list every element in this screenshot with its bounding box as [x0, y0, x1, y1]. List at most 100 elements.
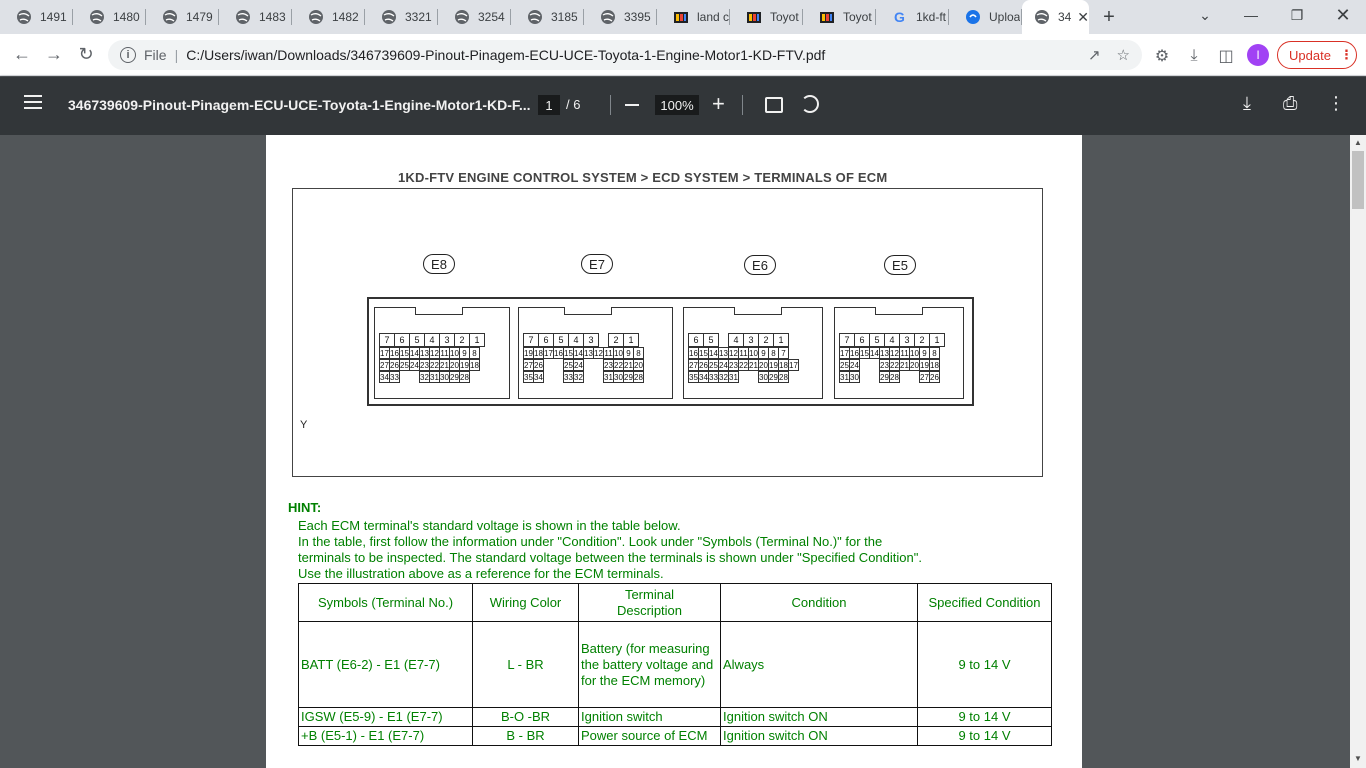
tab-title: 3321	[405, 10, 432, 24]
cell-description: Power source of ECM	[578, 726, 721, 746]
browser-tab[interactable]: 3185	[511, 0, 584, 34]
table-row: IGSW (E5-9) - E1 (E7-7) B-O -BR Ignition…	[298, 707, 1052, 727]
table-row: +B (E5-1) - E1 (E7-7) B - BR Power sourc…	[298, 726, 1052, 746]
browser-tab[interactable]: 3254	[438, 0, 511, 34]
profile-avatar[interactable]: I	[1247, 44, 1269, 66]
browser-tab[interactable]: Toyot	[803, 0, 876, 34]
address-bar[interactable]: i File | C:/Users/iwan/Downloads/3467396…	[108, 40, 1142, 70]
update-button[interactable]: Update ⋮	[1277, 41, 1357, 69]
pin-row: 7654321	[839, 333, 945, 347]
rotate-icon[interactable]	[801, 95, 819, 113]
minimize-button[interactable]: —	[1228, 0, 1274, 30]
pin-terminal: 3	[899, 333, 915, 347]
browser-tab[interactable]: 3321	[365, 0, 438, 34]
pdf-scrollbar[interactable]: ▲ ▼	[1350, 135, 1366, 768]
connector-label-e7: E7	[581, 254, 613, 274]
tab-title: 1482	[332, 10, 359, 24]
cell-symbol: IGSW (E5-9) - E1 (E7-7)	[298, 707, 473, 727]
figure-code: Y	[300, 419, 308, 431]
page-number-input[interactable]: 1	[538, 95, 560, 115]
pdf-menu-icon[interactable]	[24, 95, 42, 109]
scroll-down-icon[interactable]: ▼	[1354, 754, 1362, 763]
globe-icon	[16, 9, 32, 25]
pin-terminal: 6	[854, 333, 870, 347]
cell-specified: 9 to 14 V	[917, 726, 1052, 746]
pin-terminal: 17	[788, 359, 799, 371]
pdf-viewer[interactable]: 1KD-FTV ENGINE CONTROL SYSTEM > ECD SYST…	[0, 135, 1350, 768]
scrollbar-thumb[interactable]	[1352, 151, 1364, 209]
browser-tab[interactable]: G 1kd-ft	[876, 0, 949, 34]
pdf-more-icon[interactable]: ⋮	[1327, 93, 1345, 114]
cell-condition: Always	[720, 621, 918, 708]
pin-terminal: 2	[608, 333, 624, 347]
pin-terminal: 1	[469, 333, 485, 347]
pin-terminal: 6	[394, 333, 410, 347]
scroll-up-icon[interactable]: ▲	[1354, 138, 1362, 147]
pin-terminal: 28	[459, 371, 470, 383]
url-separator: |	[174, 47, 179, 63]
site-icon	[746, 9, 762, 25]
tab-search-chevron-icon[interactable]: ⌄	[1182, 0, 1228, 30]
upload-site-icon	[965, 9, 981, 25]
pin-terminal: 1	[773, 333, 789, 347]
pin-terminal: 7	[839, 333, 855, 347]
zoom-out-icon[interactable]	[625, 104, 639, 106]
cell-wiring-color: B - BR	[472, 726, 579, 746]
pin-row: 654321	[688, 333, 798, 347]
browser-tab[interactable]: 1483	[219, 0, 292, 34]
pin-terminal: 8	[633, 347, 644, 359]
terminal-voltage-table: Symbols (Terminal No.) Wiring Color Term…	[298, 583, 1052, 746]
forward-button[interactable]: →	[38, 39, 70, 71]
pin-terminal: 5	[703, 333, 719, 347]
browser-tab[interactable]: 3395	[584, 0, 657, 34]
connector-latch	[415, 307, 463, 315]
svg-text:G: G	[894, 9, 905, 25]
browser-tab[interactable]: 1480	[73, 0, 146, 34]
pin-grid: 7 6 5 4 3 2 1 19 18 17 16 15 14 13 12 11 10 9 8 27 26 25 24 23 2…	[523, 333, 644, 383]
tab-close-icon[interactable]: ✕	[1077, 9, 1089, 26]
fit-to-page-icon[interactable]	[765, 97, 783, 113]
extensions-puzzle-icon[interactable]: ⚙	[1152, 46, 1172, 66]
reload-button[interactable]: ↻	[70, 39, 102, 71]
table-row: BATT (E6-2) - E1 (E7-7) L - BR Battery (…	[298, 621, 1052, 708]
col-condition: Condition	[720, 583, 918, 622]
pin-terminal: 2	[914, 333, 930, 347]
browser-tab[interactable]: Uploa	[949, 0, 1022, 34]
side-panel-icon[interactable]: ◫	[1216, 46, 1236, 66]
zoom-in-icon[interactable]: +	[712, 93, 725, 115]
tab-title: Toyot	[843, 10, 872, 24]
print-icon[interactable]: ⎙	[1283, 93, 1297, 114]
col-terminal-description: Terminal Description	[578, 583, 721, 622]
url-text[interactable]: C:/Users/iwan/Downloads/346739609-Pinout…	[186, 47, 825, 63]
cell-description: Battery (for measuring the battery volta…	[578, 621, 721, 708]
pdf-download-icon[interactable]: ⤓	[1243, 93, 1251, 114]
browser-tab[interactable]: 34 ✕	[1022, 0, 1089, 34]
back-button[interactable]: ←	[6, 39, 38, 71]
browser-tab[interactable]: 1482	[292, 0, 365, 34]
pin-terminal: 20	[633, 359, 644, 371]
globe-icon	[1034, 9, 1050, 25]
zoom-level-input[interactable]: 100%	[655, 95, 699, 115]
hint-title: HINT:	[288, 500, 322, 515]
downloads-icon[interactable]: ⤓	[1184, 46, 1204, 66]
toolbar-divider	[610, 95, 611, 115]
restore-button[interactable]: ❐	[1274, 0, 1320, 30]
share-icon[interactable]: ↗	[1088, 46, 1101, 64]
close-window-button[interactable]: ✕	[1320, 0, 1366, 30]
connector-label-e5: E5	[884, 255, 916, 275]
new-tab-button[interactable]: +	[1089, 0, 1129, 34]
pin-terminal: 18	[469, 359, 480, 371]
pin-terminal: 28	[633, 371, 644, 383]
browser-tab[interactable]: Toyot	[730, 0, 803, 34]
hint-line: In the table, first follow the informati…	[298, 534, 883, 549]
browser-tab[interactable]: 1479	[146, 0, 219, 34]
connector-e7: 7 6 5 4 3 2 1 19 18 17 16 15 14 13 12 11 10 9 8 27 26 25 24 23 2…	[518, 307, 673, 399]
browser-tab[interactable]: 1491	[0, 0, 73, 34]
site-info-icon[interactable]: i	[120, 47, 136, 63]
browser-tab[interactable]: land c	[657, 0, 730, 34]
tab-strip: 1491 1480 1479 1483 1482 3321 3254 3185 3395 land…	[0, 0, 1366, 34]
globe-icon	[454, 9, 470, 25]
pin-row: 27 26 25 24 23 22 21 20	[523, 359, 644, 371]
pin-terminal: 5	[553, 333, 569, 347]
bookmark-star-icon[interactable]: ☆	[1117, 46, 1130, 64]
